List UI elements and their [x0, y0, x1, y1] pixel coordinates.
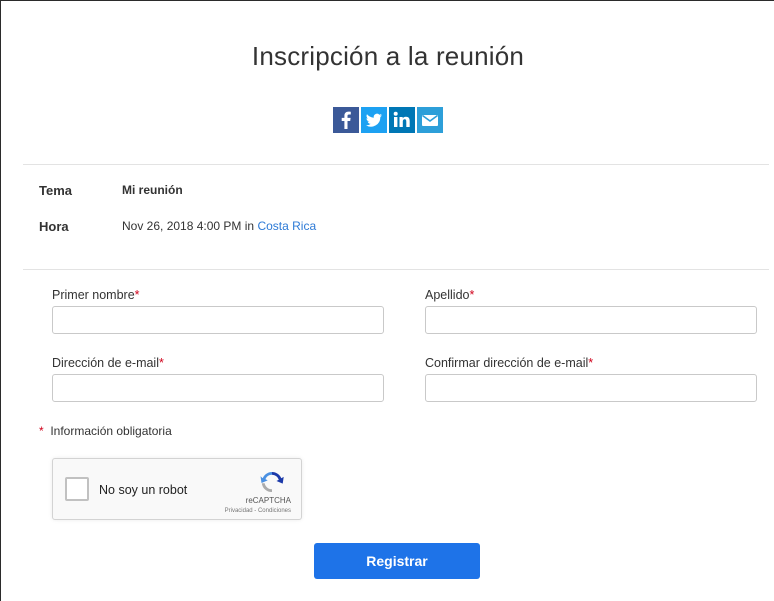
registration-page: Inscripción a la reunión Tema Mi reunión…: [0, 0, 774, 601]
captcha-label: No soy un robot: [99, 483, 188, 497]
register-button[interactable]: Registrar: [314, 543, 480, 579]
topic-value: Mi reunión: [122, 183, 183, 197]
captcha-brand: reCAPTCHA: [245, 496, 291, 505]
facebook-icon[interactable]: [333, 107, 359, 133]
share-bar: [1, 107, 774, 133]
time-text: Nov 26, 2018 4:00 PM in: [122, 219, 255, 233]
first-name-input[interactable]: [52, 306, 384, 334]
confirm-email-input[interactable]: [425, 374, 757, 402]
twitter-icon[interactable]: [361, 107, 387, 133]
divider: [23, 269, 769, 270]
time-label: Hora: [39, 219, 69, 234]
required-note: * Información obligatoria: [39, 424, 172, 438]
email-input[interactable]: [52, 374, 384, 402]
email-share-icon[interactable]: [417, 107, 443, 133]
captcha-checkbox[interactable]: [65, 477, 89, 501]
timezone-link[interactable]: Costa Rica: [257, 219, 316, 233]
time-value: Nov 26, 2018 4:00 PM in Costa Rica: [122, 219, 316, 233]
last-name-label: Apellido*: [425, 288, 475, 302]
email-label: Dirección de e-mail*: [52, 356, 164, 370]
linkedin-icon[interactable]: [389, 107, 415, 133]
captcha-terms-link[interactable]: Privacidad - Condiciones: [225, 508, 291, 514]
topic-label: Tema: [39, 183, 72, 198]
divider: [23, 164, 769, 165]
first-name-label: Primer nombre*: [52, 288, 140, 302]
confirm-email-label: Confirmar dirección de e-mail*: [425, 356, 594, 370]
page-title: Inscripción a la reunión: [251, 41, 525, 71]
last-name-input[interactable]: [425, 306, 757, 334]
recaptcha-widget: No soy un robot reCAPTCHA Privacidad - C…: [52, 458, 302, 520]
